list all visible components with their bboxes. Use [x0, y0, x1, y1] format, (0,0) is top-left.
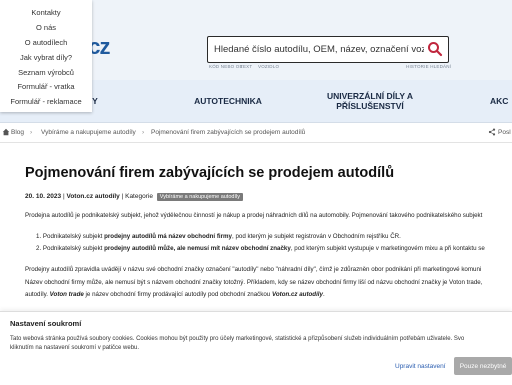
necessary-only-button[interactable]: Pouze nezbytné: [454, 357, 512, 375]
consent-text: Tato webová stránka používá soubory cook…: [10, 336, 465, 342]
menu-item-contacts[interactable]: Kontakty: [0, 8, 92, 17]
list-item-bold: prodejny autodílů má název obchodní firm…: [104, 233, 232, 240]
article-author[interactable]: Voton.cz autodíly: [66, 193, 119, 200]
home-icon[interactable]: [2, 128, 10, 136]
article-date: 20. 10. 2023: [25, 193, 62, 200]
list-item-text: 2. Podnikatelský subjekt: [36, 245, 105, 252]
hint-code[interactable]: KÓD NEBO OE: [209, 64, 243, 69]
brand-name: Voton.cz autodíly: [271, 291, 323, 298]
article-paragraph-line: autodíly. Voton trade je název obchodní …: [25, 290, 325, 299]
chevron-right-icon: ›: [142, 129, 145, 136]
list-item-text: , pod kterým subjekt vystupuje v marketi…: [290, 245, 485, 252]
list-item-text: , pod kterým je subjekt registrován v Ob…: [232, 233, 401, 240]
paragraph-text: je název obchodní firmy prodávající auto…: [83, 291, 272, 298]
share-icon[interactable]: [488, 128, 496, 136]
breadcrumb-blog[interactable]: Blog: [11, 129, 24, 136]
paragraph-text: .: [322, 291, 325, 298]
breadcrumb-current: Pojmenování firem zabývajících se prodej…: [151, 129, 306, 136]
hint-vehicle[interactable]: VOZIDLO: [258, 64, 279, 69]
category-label: Kategorie: [125, 193, 153, 200]
menu-item-about-parts[interactable]: O autodílech: [0, 38, 92, 47]
nav-item-akce[interactable]: AKC: [490, 80, 512, 122]
consent-title: Nastavení soukromí: [10, 319, 82, 328]
hint-text[interactable]: TEXT: [240, 64, 252, 69]
breadcrumb: Blog › Vybíráme a nakupujeme autodíly › …: [0, 124, 512, 143]
menu-item-return-form[interactable]: Formulář - vratka: [0, 82, 92, 91]
article-intro: Prodejna autodílů je podnikatelský subje…: [25, 212, 483, 219]
list-item-text: 1. Podnikatelský subjekt: [36, 233, 105, 240]
article-paragraph-line: Název obchodní firmy může, ale nemusí bý…: [25, 279, 483, 286]
info-dropdown-menu: Kontakty O nás O autodílech Jak vybrat d…: [0, 0, 92, 112]
article-meta: 20. 10. 2023 | Voton.cz autodíly | Kateg…: [25, 193, 243, 201]
article-paragraph-line: Prodejny autodílů zpravidla uvádějí v ná…: [25, 266, 482, 273]
breadcrumb-category[interactable]: Vybíráme a nakupujeme autodíly: [41, 129, 136, 136]
hint-history[interactable]: HISTORIE HLEDÁNÍ: [406, 64, 451, 69]
menu-item-manufacturers[interactable]: Seznam výrobců: [0, 68, 92, 77]
search-icon[interactable]: [427, 41, 443, 57]
edit-settings-link[interactable]: Upravit nastavení: [395, 363, 446, 370]
nav-item-universal[interactable]: UNIVERZÁLNÍ DÍLY A PŘÍSLUŠENSTVÍ: [310, 80, 430, 122]
list-item-bold: prodejny autodílů může, ale nemusí mít n…: [104, 245, 291, 252]
brand-name: Voton trade: [49, 291, 84, 298]
menu-item-how-to-choose[interactable]: Jak vybrat díly?: [0, 53, 92, 62]
menu-item-about[interactable]: O nás: [0, 23, 92, 32]
list-item: 1. Podnikatelský subjekt prodejny autodí…: [36, 233, 401, 240]
paragraph-text: autodíly.: [25, 291, 50, 298]
article-title: Pojmenování firem zabývajících se prodej…: [25, 165, 395, 181]
list-item: 2. Podnikatelský subjekt prodejny autodí…: [36, 245, 485, 252]
share-label[interactable]: Posl: [498, 129, 511, 136]
search-input[interactable]: [214, 40, 424, 58]
category-badge[interactable]: Vybíráme a nakupujeme autodíly: [156, 193, 243, 201]
nav-item-autotechnika[interactable]: AUTOTECHNIKA: [178, 80, 278, 122]
menu-item-complaint-form[interactable]: Formulář - reklamace: [0, 97, 92, 106]
cookie-consent-banner: Nastavení soukromí Tato webová stránka p…: [0, 311, 512, 385]
consent-text: kliknutím na nastavení soukromí v patičc…: [10, 345, 140, 351]
chevron-right-icon: ›: [30, 129, 33, 136]
search-box[interactable]: [207, 36, 449, 63]
